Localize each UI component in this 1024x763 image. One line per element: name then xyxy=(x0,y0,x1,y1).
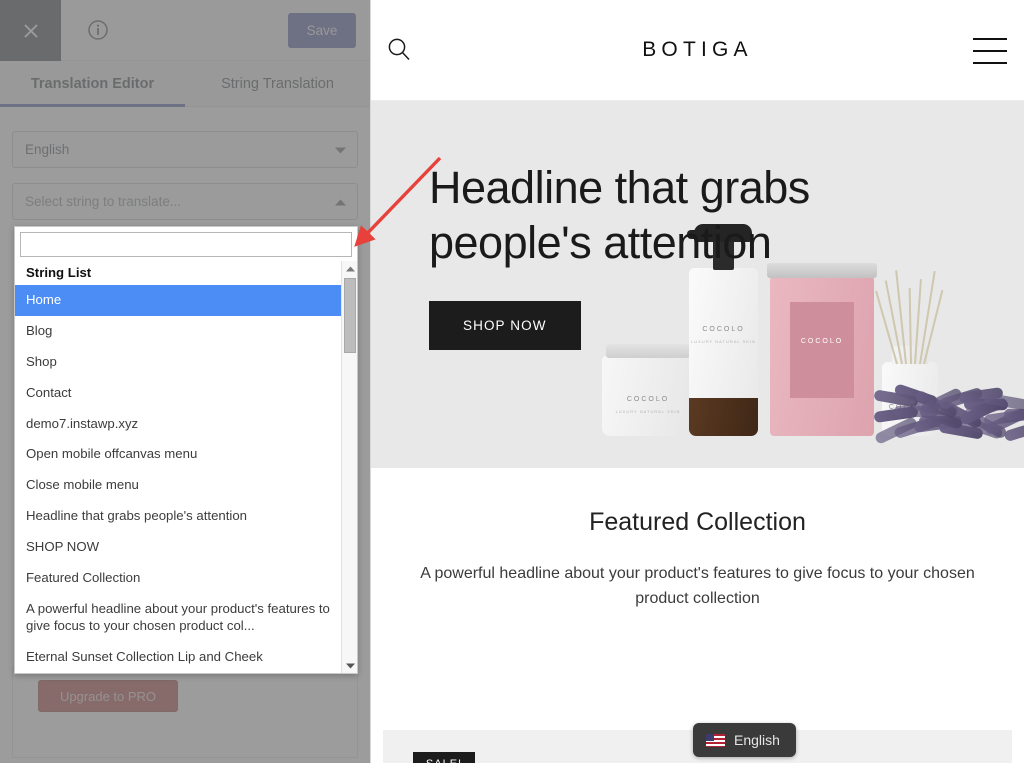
tab-string-translation[interactable]: String Translation xyxy=(185,61,370,107)
site-preview: BOTIGA COCOLO LUXURY NATURAL SKIN COCOLO… xyxy=(370,0,1024,763)
dropdown-option[interactable]: A powerful headline about your product's… xyxy=(15,594,341,642)
upgrade-to-pro-button[interactable]: Upgrade to PRO xyxy=(38,680,178,712)
featured-description: A powerful headline about your product's… xyxy=(420,565,975,608)
dropdown-option[interactable]: Shop xyxy=(15,347,341,378)
string-list-dropdown: String List Home Blog Shop Contact demo7.ins… xyxy=(14,226,358,674)
flag-canton xyxy=(706,733,714,741)
string-select[interactable]: Select string to translate... xyxy=(12,183,358,220)
string-select-placeholder: Select string to translate... xyxy=(25,194,182,209)
chevron-up-icon xyxy=(335,194,346,209)
hamburger-menu-icon[interactable] xyxy=(973,38,1007,64)
info-button[interactable] xyxy=(80,14,116,50)
product-brand-label: COCOLO xyxy=(800,338,844,345)
dropdown-option[interactable]: Close mobile menu xyxy=(15,470,341,501)
burger-line-2 xyxy=(973,50,1007,52)
dropdown-option[interactable]: Headline that grabs people's attention xyxy=(15,501,341,532)
save-button[interactable]: Save xyxy=(288,13,356,48)
sale-badge: SALE! xyxy=(413,752,475,763)
hero-shop-now-button[interactable]: SHOP NOW xyxy=(429,301,581,350)
dropdown-option[interactable]: Blog xyxy=(15,316,341,347)
dropdown-scrollbar[interactable] xyxy=(341,261,357,673)
site-header: BOTIGA xyxy=(371,0,1024,101)
upgrade-card: Upgrade to PRO xyxy=(12,667,358,758)
burger-line-3 xyxy=(973,62,1007,64)
jar-lid xyxy=(606,344,690,358)
product-brand-label: COCOLO xyxy=(702,326,745,333)
tab-translation-editor[interactable]: Translation Editor xyxy=(0,61,185,107)
dropdown-option[interactable]: demo7.instawp.xyz xyxy=(15,409,341,440)
product-sub-label: LUXURY NATURAL SKIN xyxy=(691,339,756,344)
dropdown-option[interactable]: Featured Collection xyxy=(15,563,341,594)
product-pump-bottle: COCOLO LUXURY NATURAL SKIN xyxy=(687,224,758,436)
canister-label-panel xyxy=(790,302,854,398)
product-sub-label: LUXURY NATURAL SKIN xyxy=(615,409,681,414)
product-pink-canister: COCOLO xyxy=(767,263,877,436)
product-jar-small: COCOLO LUXURY NATURAL SKIN xyxy=(602,344,694,436)
screen-root: Save Translation Editor String Translati… xyxy=(0,0,1024,763)
triangle-down-icon[interactable] xyxy=(342,658,357,673)
info-icon xyxy=(87,19,109,46)
dropdown-group-label: String List xyxy=(26,265,92,280)
language-select-value: English xyxy=(25,142,70,157)
dropdown-option[interactable]: Eternal Sunset Collection Lip and Cheek xyxy=(15,642,341,673)
triangle-up-icon[interactable] xyxy=(342,261,357,276)
dropdown-option[interactable]: Home xyxy=(15,285,341,316)
tab-string-translation-label: String Translation xyxy=(221,76,334,92)
dropdown-option[interactable]: Open mobile offcanvas menu xyxy=(15,439,341,470)
dropdown-option[interactable]: Contact xyxy=(15,378,341,409)
close-editor-button[interactable] xyxy=(0,0,61,61)
lavender-sprigs xyxy=(872,383,1024,446)
hero-title: Headline that grabs people's attention xyxy=(429,162,810,269)
close-icon xyxy=(21,21,41,41)
burger-line-1 xyxy=(973,38,1007,40)
chevron-down-icon xyxy=(335,142,346,157)
dropdown-option[interactable]: SHOP NOW xyxy=(15,532,341,563)
dropdown-list-wrap: String List Home Blog Shop Contact demo7.ins… xyxy=(15,261,357,673)
language-switcher-label: English xyxy=(734,732,780,748)
us-flag-icon xyxy=(706,733,725,747)
language-switcher[interactable]: English xyxy=(693,723,796,757)
featured-heading: Featured Collection xyxy=(589,508,806,536)
featured-collection-section: Featured Collection A powerful headline … xyxy=(371,468,1024,612)
product-brand-label: COCOLO xyxy=(626,396,670,403)
hero-section: COCOLO LUXURY NATURAL SKIN COCOLO LUXURY… xyxy=(371,101,1024,468)
search-icon[interactable] xyxy=(386,36,412,67)
editor-tabs: Translation Editor String Translation xyxy=(0,61,370,107)
site-logo: BOTIGA xyxy=(642,38,753,61)
dropdown-search-input[interactable] xyxy=(20,232,352,257)
dropdown-scrollbar-thumb[interactable] xyxy=(344,278,356,353)
bottle-amber-base xyxy=(689,398,758,436)
lavender-sprig xyxy=(1003,408,1024,421)
dropdown-search-wrap xyxy=(15,227,357,261)
dropdown-option-list[interactable]: String List Home Blog Shop Contact demo7.ins… xyxy=(15,261,341,673)
language-select[interactable]: English xyxy=(12,131,358,168)
tab-translation-editor-label: Translation Editor xyxy=(30,76,155,92)
editor-topbar: Save xyxy=(0,0,370,61)
